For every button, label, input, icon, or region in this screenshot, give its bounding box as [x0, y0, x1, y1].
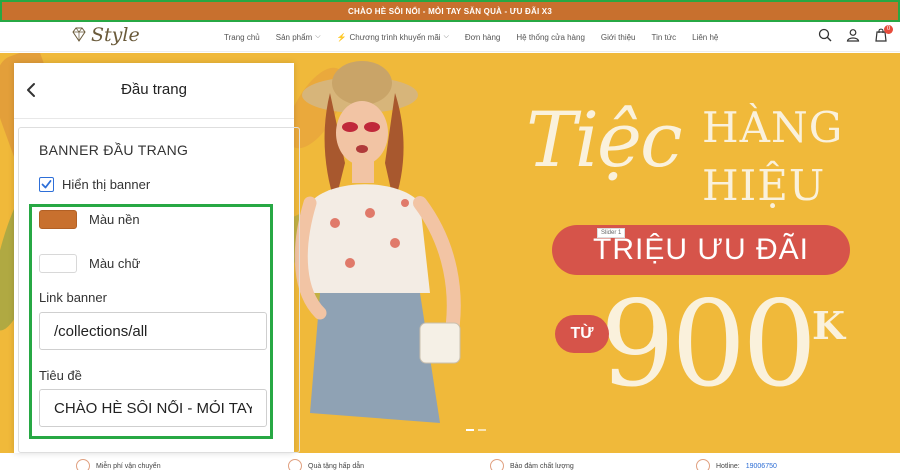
hero-script-text: Tiệc [526, 95, 683, 184]
benefit-label: Miễn phí vận chuyển [96, 462, 161, 470]
link-banner-label: Link banner [39, 290, 107, 305]
announcement-text: CHÀO HÈ SÔI NỔI - MỎI TAY SĂN QUÀ - ƯU Đ… [348, 6, 552, 16]
nav-item-contact[interactable]: Liên hệ [692, 33, 718, 42]
user-icon[interactable] [846, 28, 860, 42]
header-actions: 0 [818, 25, 893, 42]
phone-icon [696, 459, 710, 470]
hotline-number[interactable]: 19006750 [746, 463, 777, 470]
text-color-label: Màu chữ [89, 256, 141, 271]
hero-line-2: HIỆU [702, 161, 826, 210]
gift-icon [288, 459, 302, 470]
nav-item-products[interactable]: Sản phẩm ⌵ [276, 33, 321, 42]
lightning-icon: ⚡ [336, 32, 347, 42]
heading-label: Tiêu đề [39, 368, 82, 383]
show-banner-checkbox-row[interactable]: Hiển thị banner [39, 177, 150, 192]
panel-header: Đầu trang [14, 63, 294, 119]
hero-price: 900 [600, 275, 817, 413]
nav-label: Hệ thống cửa hàng [516, 32, 585, 42]
logo-text: Style [91, 24, 140, 46]
bg-color-row[interactable]: Màu nền [39, 210, 140, 229]
benefit-item: Hotline: 19006750 [696, 459, 777, 470]
benefit-strip: Miễn phí vận chuyển Quà tặng hấp dẫn Bảo… [0, 453, 900, 470]
section-title: BANNER ĐẦU TRANG [39, 142, 189, 158]
bg-color-swatch[interactable] [39, 210, 77, 229]
hero-from-label: TỪ [570, 325, 594, 342]
slider-dot[interactable] [478, 429, 486, 431]
hero-line-1: HÀNG [702, 103, 844, 152]
nav-item-news[interactable]: Tin tức [652, 33, 677, 42]
chevron-down-icon: ⌵ [443, 33, 449, 40]
nav-label: Liên hệ [692, 32, 719, 42]
nav-label: Giới thiệu [600, 32, 636, 42]
hero-offer-text: TRIỆU ƯU ĐÃI [593, 233, 809, 266]
benefit-label: Bảo đảm chất lượng [510, 462, 574, 470]
nav-item-promotions[interactable]: ⚡ Chương trình khuyến mãi ⌵ [337, 33, 449, 42]
main-nav: Trang chủ Sản phẩm ⌵ ⚡ Chương trình khuyến… [224, 22, 734, 52]
quality-icon [490, 459, 504, 470]
nav-label: Tin tức [651, 32, 677, 42]
hero-from-badge: TỪ [555, 315, 609, 353]
panel-title: Đầu trang [121, 81, 187, 98]
nav-item-home[interactable]: Trang chủ [224, 33, 260, 42]
banner-settings-section: BANNER ĐẦU TRANG Hiển thị banner Màu nền… [18, 127, 300, 453]
benefit-label: Hotline: [716, 462, 740, 470]
diamond-icon [72, 27, 86, 42]
shipping-icon [76, 459, 90, 470]
nav-item-orders[interactable]: Đơn hàng [465, 33, 501, 42]
nav-item-about[interactable]: Giới thiệu [601, 33, 636, 42]
hero-price-unit: K [812, 303, 846, 348]
nav-label: Đơn hàng [464, 32, 501, 42]
benefit-label: Quà tặng hấp dẫn [308, 462, 365, 470]
cart-button[interactable]: 0 [874, 25, 893, 42]
nav-label: Trang chủ [224, 32, 260, 42]
settings-panel: Đầu trang BANNER ĐẦU TRANG Hiển thị bann… [14, 63, 300, 453]
text-color-swatch[interactable] [39, 254, 77, 273]
slider-dot[interactable] [466, 429, 474, 431]
bg-color-label: Màu nền [89, 212, 140, 227]
show-banner-checkbox[interactable] [39, 177, 54, 192]
link-banner-input[interactable] [39, 312, 267, 350]
slider-tag: Slider 1 [597, 228, 626, 238]
chevron-down-icon: ⌵ [315, 33, 321, 40]
benefit-item: Miễn phí vận chuyển [76, 459, 161, 470]
nav-item-stores[interactable]: Hệ thống cửa hàng [516, 33, 585, 42]
nav-label: Sản phẩm [275, 32, 313, 42]
nav-label: Chương trình khuyến mãi [349, 32, 441, 42]
screen: CHÀO HÈ SÔI NỔI - MỎI TAY SĂN QUÀ - ƯU Đ… [0, 0, 900, 470]
show-banner-label: Hiển thị banner [62, 177, 151, 192]
model-photo [294, 61, 461, 423]
checkmark-icon [41, 180, 52, 189]
search-icon[interactable] [818, 28, 832, 42]
site-logo[interactable]: Style [70, 24, 140, 46]
site-header: Style Trang chủ Sản phẩm ⌵ ⚡ Chương trình … [0, 22, 900, 52]
benefit-item: Quà tặng hấp dẫn [288, 459, 364, 470]
text-color-row[interactable]: Màu chữ [39, 254, 140, 273]
slider-dots [466, 429, 486, 431]
cart-count-badge: 0 [884, 25, 893, 34]
announcement-bar[interactable]: CHÀO HÈ SÔI NỔI - MỎI TAY SĂN QUÀ - ƯU Đ… [0, 0, 900, 22]
heading-input[interactable] [39, 389, 267, 427]
benefit-item: Bảo đảm chất lượng [490, 459, 574, 470]
